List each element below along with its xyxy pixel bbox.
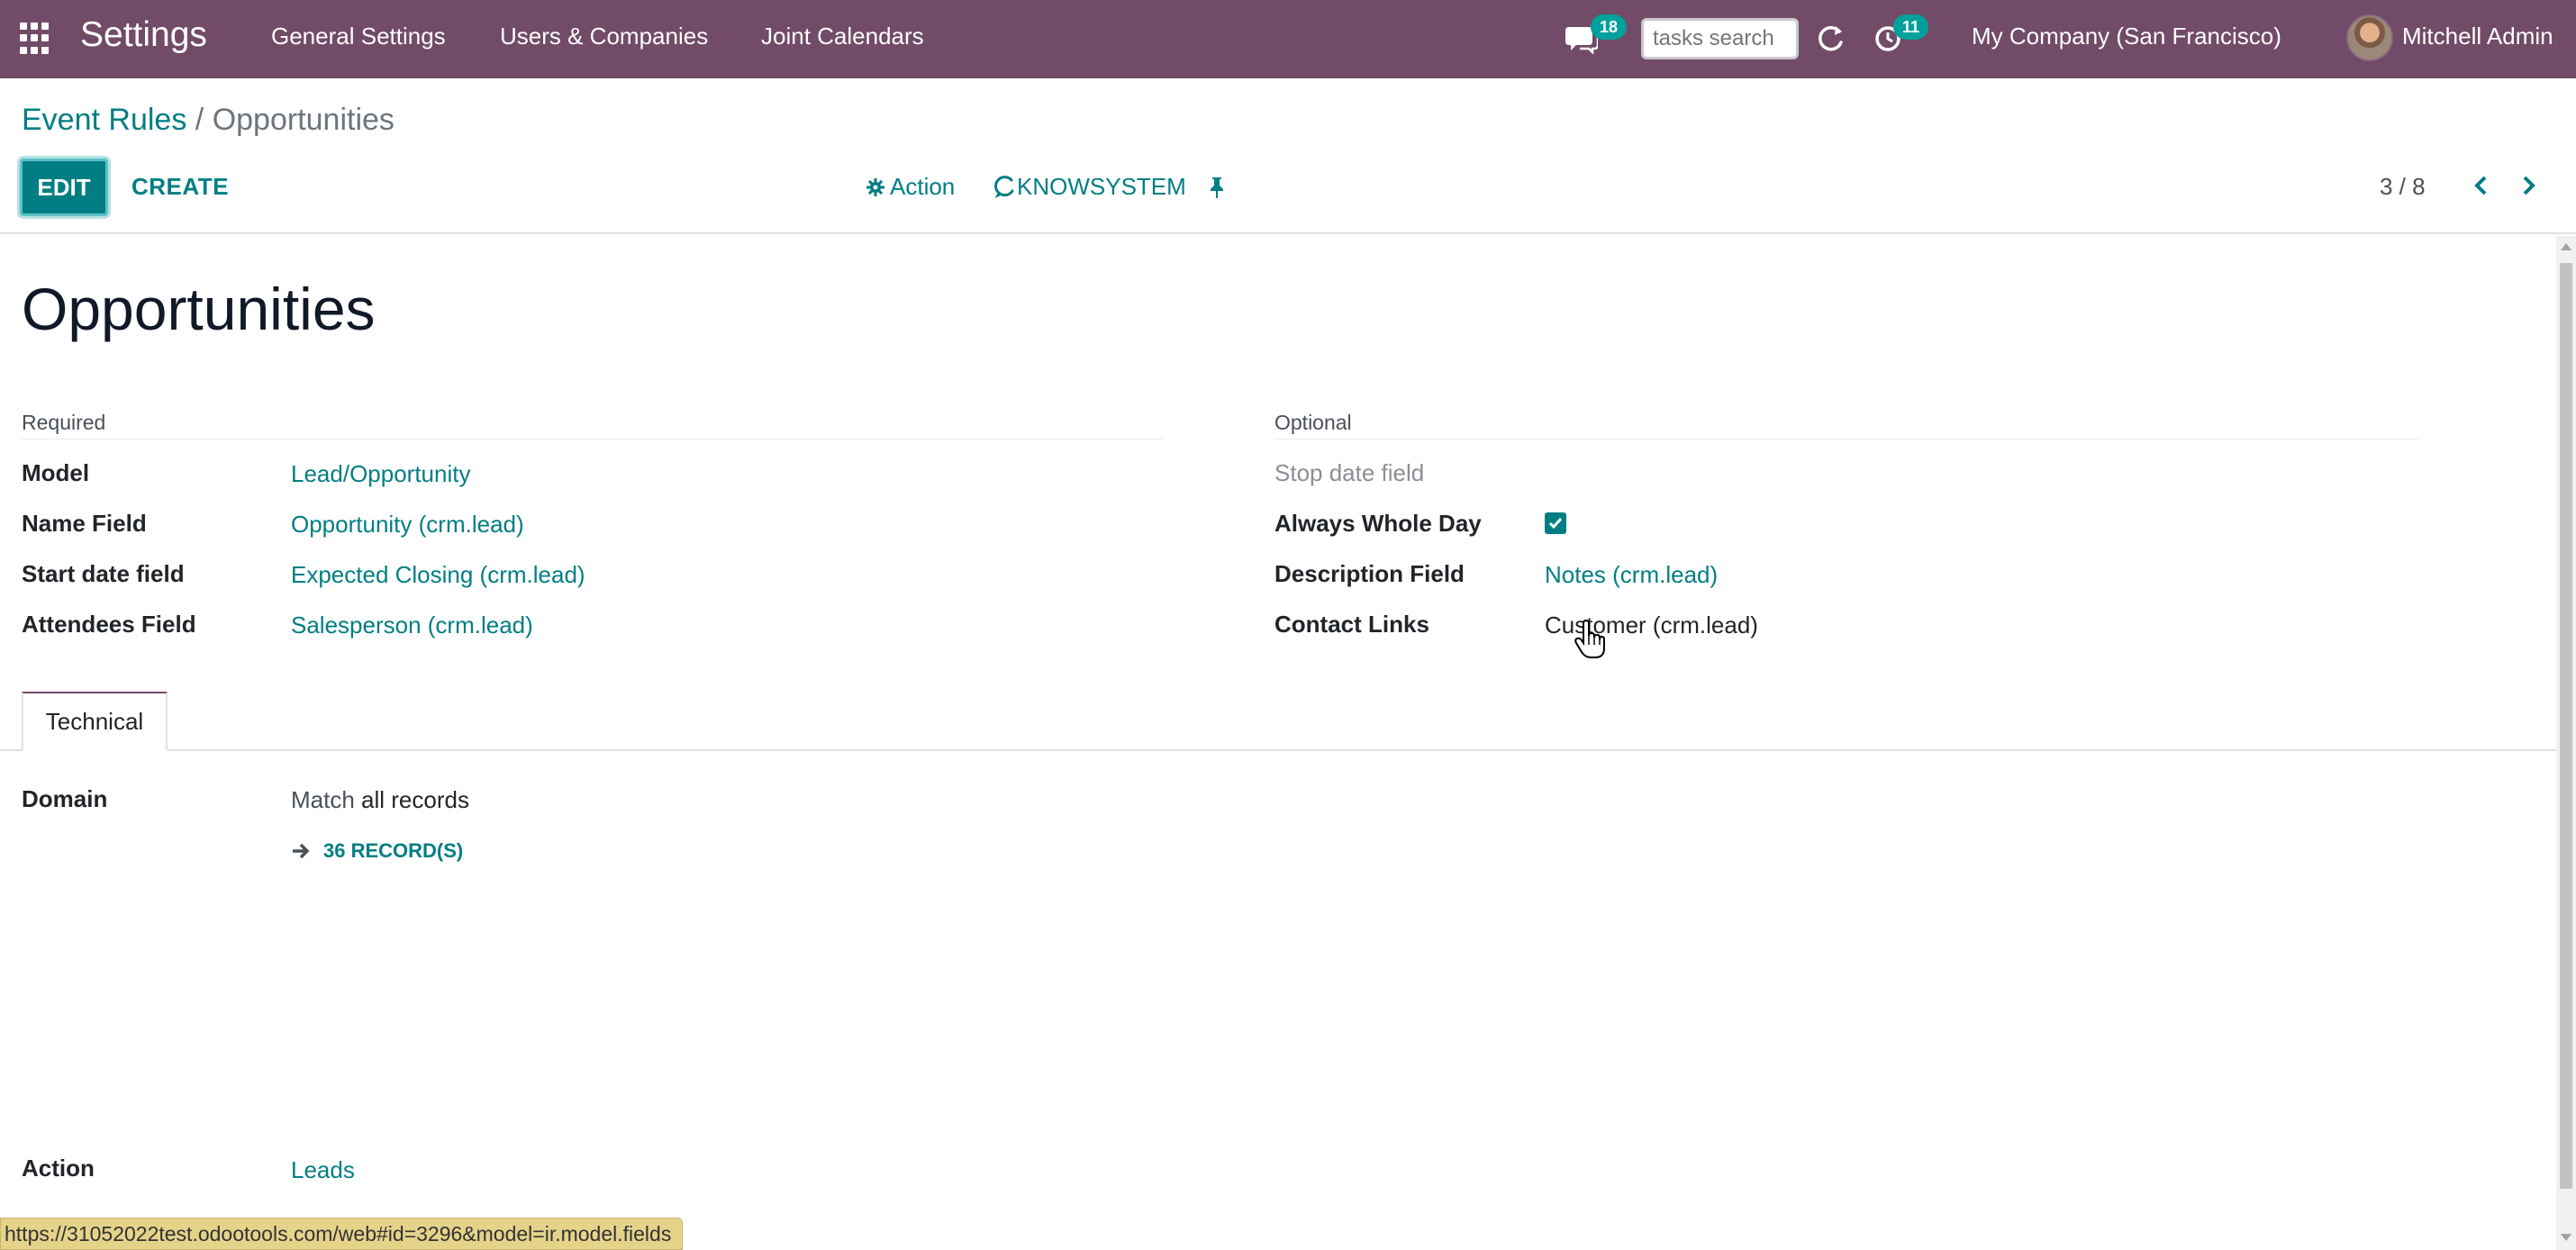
pin-icon	[1211, 177, 1223, 198]
company-switcher[interactable]: My Company (San Francisco)	[1972, 23, 2281, 50]
action-label-field: Action	[22, 1155, 95, 1182]
stop-date-field-placeholder[interactable]: Stop date field	[1274, 459, 1424, 487]
breadcrumb-current: Opportunities	[212, 103, 395, 137]
edit-button[interactable]: EDIT	[20, 159, 108, 216]
action-value[interactable]: Leads	[291, 1156, 355, 1184]
app-title[interactable]: Settings	[80, 15, 207, 55]
domain-label: Domain	[22, 785, 108, 812]
pager-next-button[interactable]	[2513, 169, 2545, 202]
create-button[interactable]: CREATE	[132, 173, 229, 201]
always-whole-day-checkbox[interactable]	[1545, 512, 1566, 534]
chevron-left-icon	[2474, 176, 2487, 195]
scroll-down-arrow[interactable]	[2561, 1234, 2571, 1241]
messages-button[interactable]: 18	[1565, 14, 1628, 59]
messages-badge: 18	[1591, 14, 1628, 40]
model-value[interactable]: Lead/Opportunity	[291, 460, 470, 488]
control-panel-divider	[0, 232, 2576, 234]
sync-button[interactable]	[1818, 24, 1845, 58]
attendees-field-label: Attendees Field	[22, 611, 196, 638]
user-menu[interactable]: Mitchell Admin	[2402, 23, 2553, 50]
pager-value[interactable]: 3 / 8	[2380, 173, 2426, 201]
records-count: 36 RECORD(S)	[323, 839, 464, 862]
name-field-label: Name Field	[22, 510, 147, 537]
tab-technical[interactable]: Technical	[22, 692, 168, 751]
status-bar-url: https://31052022test.odootools.com/web#i…	[0, 1218, 684, 1250]
description-field-label: Description Field	[1274, 560, 1465, 587]
breadcrumb: Event Rules / Opportunities	[22, 103, 395, 138]
apps-menu-icon[interactable]	[20, 23, 52, 55]
domain-match-prefix: Match	[291, 786, 362, 813]
name-field-value[interactable]: Opportunity (crm.lead)	[291, 511, 524, 539]
menu-general-settings[interactable]: General Settings	[271, 23, 446, 50]
record-title: Opportunities	[22, 276, 376, 342]
menu-joint-calendars[interactable]: Joint Calendars	[761, 23, 924, 50]
action-menu-button[interactable]: Action	[866, 173, 955, 201]
required-group-title: Required	[22, 411, 106, 434]
activities-badge: 11	[1893, 14, 1929, 40]
breadcrumb-separator: /	[195, 103, 204, 137]
description-field-value[interactable]: Notes (crm.lead)	[1545, 561, 1718, 589]
refresh-icon	[1819, 25, 1843, 51]
tasks-search-input[interactable]	[1641, 18, 1799, 59]
gear-icon	[866, 177, 884, 196]
always-whole-day-label: Always Whole Day	[1274, 510, 1482, 537]
chevron-right-icon	[2523, 176, 2535, 195]
knowsystem-button[interactable]: KNOWSYSTEM	[993, 173, 1186, 201]
start-date-field-label: Start date field	[22, 560, 185, 587]
tab-divider	[0, 749, 2556, 751]
attendees-field-value[interactable]: Salesperson (crm.lead)	[291, 611, 533, 639]
menu-users-companies[interactable]: Users & Companies	[500, 23, 708, 50]
action-label: Action	[890, 173, 956, 200]
arrow-right-icon	[293, 843, 310, 859]
pager-previous-button[interactable]	[2464, 169, 2497, 202]
model-label: Model	[22, 459, 90, 486]
scrollbar-thumb[interactable]	[2560, 263, 2572, 1189]
checkmark-icon	[1548, 518, 1563, 530]
knowsystem-icon	[994, 175, 1014, 198]
pin-button[interactable]	[1209, 177, 1225, 203]
top-navbar: Settings General Settings Users & Compan…	[0, 0, 2576, 78]
optional-group-title: Optional	[1274, 411, 1352, 434]
scroll-up-arrow[interactable]	[2561, 243, 2571, 250]
breadcrumb-parent[interactable]: Event Rules	[22, 103, 186, 137]
domain-records-link[interactable]: 36 RECORD(S)	[291, 839, 463, 863]
start-date-field-value[interactable]: Expected Closing (crm.lead)	[291, 561, 585, 589]
hand-cursor-icon	[1574, 620, 1605, 658]
activities-button[interactable]: 11	[1873, 14, 1929, 58]
domain-value[interactable]: Match all records	[291, 786, 469, 814]
domain-match-value: all records	[361, 786, 469, 813]
knowsystem-label: KNOWSYSTEM	[1017, 173, 1186, 200]
user-avatar[interactable]	[2346, 14, 2393, 61]
contact-links-label: Contact Links	[1274, 611, 1429, 638]
